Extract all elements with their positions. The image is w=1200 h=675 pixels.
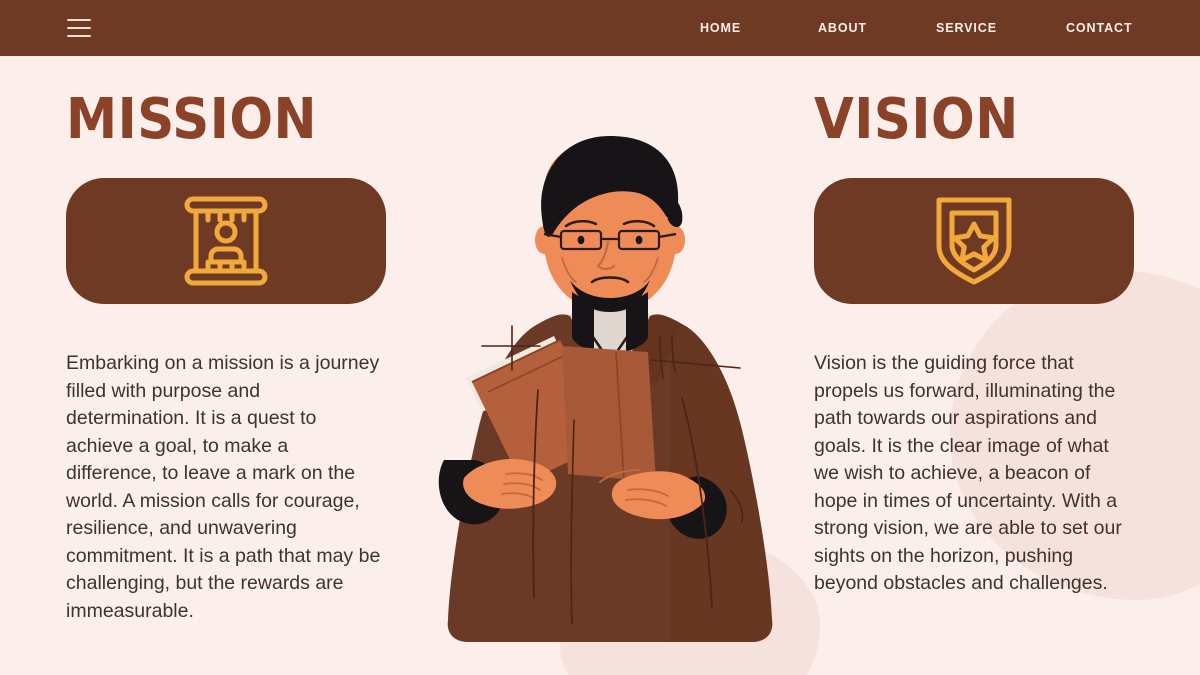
book-front	[562, 346, 656, 482]
vision-title: VISION	[814, 87, 1019, 152]
mission-icon-card	[66, 178, 386, 304]
man-holding-books-illustration	[420, 130, 800, 650]
vision-icon-card	[814, 178, 1134, 304]
vision-column: VISION Vision is the guiding force that …	[814, 92, 1134, 598]
nav-link-about[interactable]: ABOUT	[818, 21, 867, 35]
certificate-banner-icon	[182, 195, 270, 287]
nav-link-contact[interactable]: CONTACT	[1066, 21, 1132, 35]
hamburger-menu-icon[interactable]	[67, 19, 91, 37]
mission-column: MISSION Embarking on a mission is a jour…	[66, 92, 386, 625]
navbar: HOME ABOUT SERVICE CONTACT	[0, 0, 1200, 56]
nav-link-service[interactable]: SERVICE	[936, 21, 997, 35]
hamburger-bar-1	[67, 19, 91, 21]
shield-star-badge-icon	[933, 194, 1015, 288]
eye-left	[577, 235, 585, 245]
vision-body-text: Vision is the guiding force that propels…	[814, 352, 1122, 594]
hamburger-bar-2	[67, 27, 91, 29]
nav-link-home[interactable]: HOME	[700, 21, 741, 35]
eye-right	[635, 235, 643, 245]
mission-title: MISSION	[66, 87, 318, 152]
hamburger-bar-3	[67, 35, 91, 37]
mission-body-text: Embarking on a mission is a journey fill…	[66, 352, 381, 622]
page-root: HOME ABOUT SERVICE CONTACT MISSION Embar…	[0, 0, 1200, 675]
ear-right	[667, 226, 685, 254]
